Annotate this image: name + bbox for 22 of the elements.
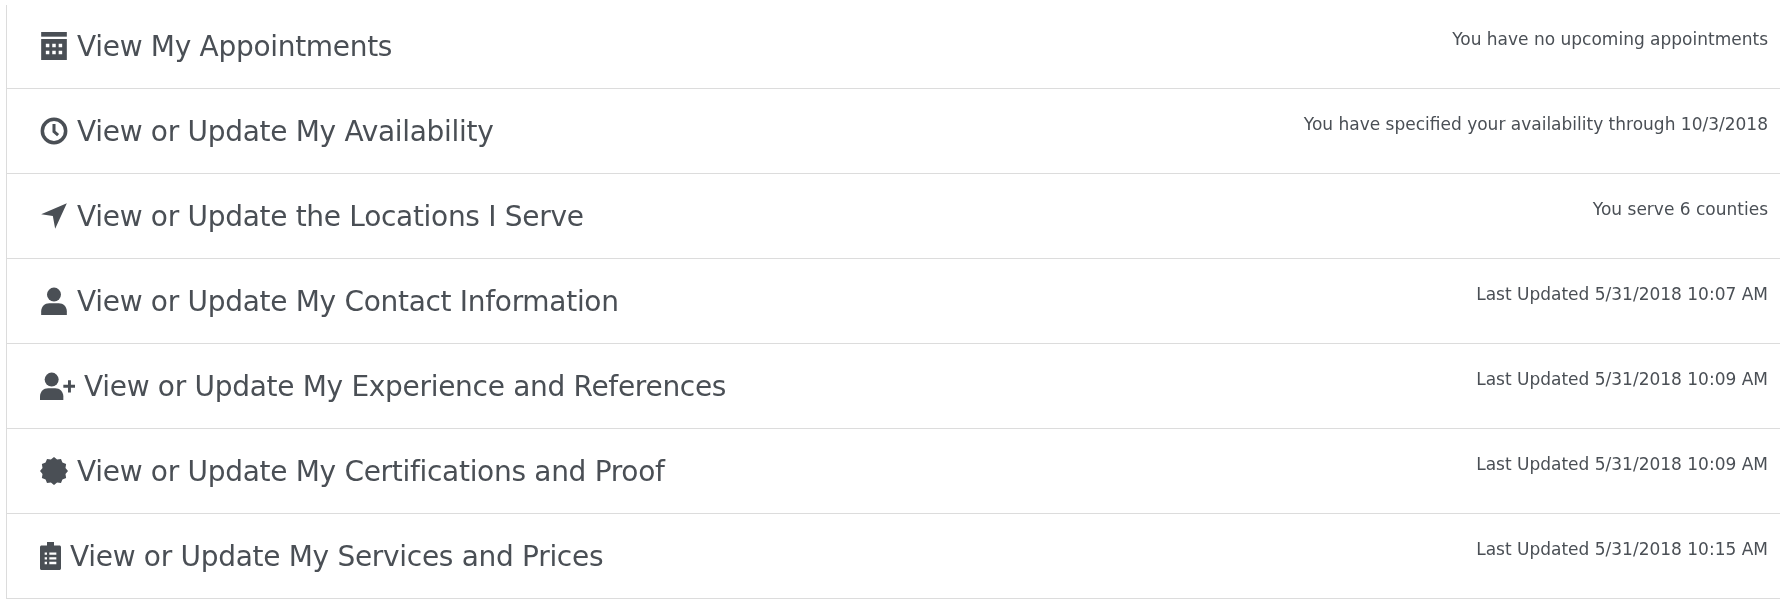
clipboard-icon xyxy=(40,542,61,570)
item-title: View or Update My Experience and References xyxy=(84,369,727,403)
user-plus-icon xyxy=(40,372,75,400)
clock-icon xyxy=(40,117,68,145)
item-title: View or Update My Certifications and Proof xyxy=(77,454,665,488)
item-title: View or Update My Contact Information xyxy=(77,284,619,318)
seal-icon xyxy=(40,457,68,485)
list-item[interactable]: View My Appointments You have no upcoming appointments xyxy=(7,4,1780,89)
status-text: Last Updated 5/31/2018 10:09 AM xyxy=(1476,369,1768,389)
status-text: Last Updated 5/31/2018 10:09 AM xyxy=(1476,454,1768,474)
user-icon xyxy=(40,287,68,315)
item-title: View My Appointments xyxy=(77,29,393,63)
item-title: View or Update the Locations I Serve xyxy=(77,199,584,233)
status-text: You serve 6 counties xyxy=(1592,199,1768,219)
calendar-icon xyxy=(40,32,68,60)
status-text: You have no upcoming appointments xyxy=(1452,29,1768,49)
status-text: You have specified your availability through 10/3/2018 xyxy=(1303,114,1768,134)
status-text: Last Updated 5/31/2018 10:15 AM xyxy=(1476,539,1768,559)
status-text: Last Updated 5/31/2018 10:07 AM xyxy=(1476,284,1768,304)
navigation-arrow-icon xyxy=(40,202,68,230)
item-title: View or Update My Availability xyxy=(77,114,494,148)
item-title: View or Update My Services and Prices xyxy=(70,539,604,573)
